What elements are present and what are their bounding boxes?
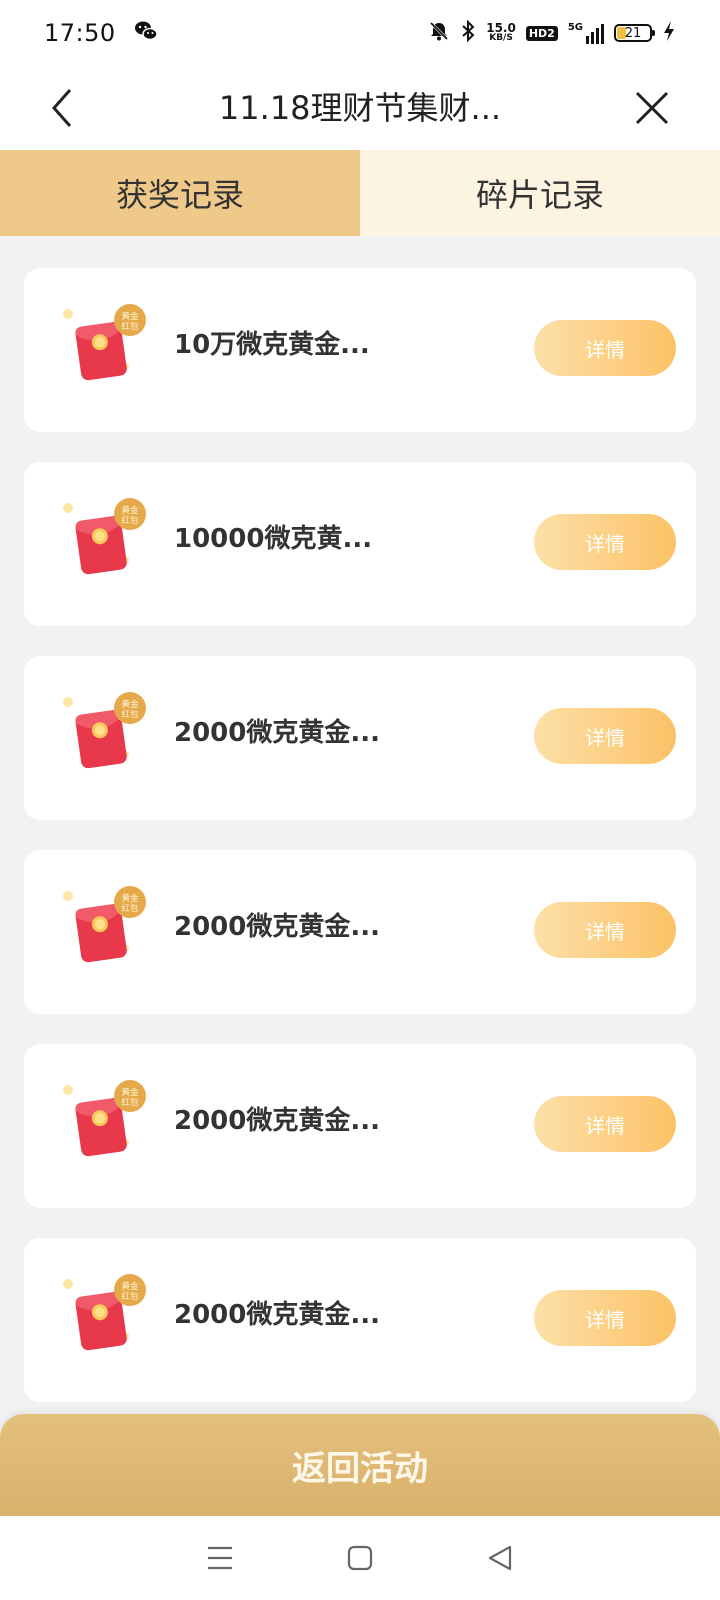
gold-red-packet-icon: 黄金 红包 [62,1074,172,1174]
record-title: 2000微克黄金... [174,718,380,748]
badge-line-2: 红包 [121,321,139,332]
close-icon [635,91,669,125]
chevron-left-icon [51,89,72,127]
badge-line-1: 黄金 [121,1087,139,1098]
back-triangle-icon [488,1545,512,1571]
tab-bar: 获奖记录 碎片记录 [0,150,720,236]
gold-red-packet-icon: 黄金 红包 [62,298,172,398]
nav-menu-button[interactable] [198,1536,242,1580]
hd-badge: HD2 [525,25,558,41]
detail-button[interactable]: 详情 [534,514,676,570]
record-title: 10000微克黄... [174,524,373,554]
page-title: 11.18理财节集财... [218,89,502,127]
badge-line-1: 黄金 [121,505,139,516]
bell-off-icon [428,20,450,46]
battery-cap [652,30,655,36]
return-activity-button[interactable]: 返回活动 [0,1414,720,1516]
record-card: 黄金 红包 2000微克黄金... 详情 [24,1238,696,1402]
signal-bar [591,32,594,44]
detail-button[interactable]: 详情 [534,902,676,958]
title-bar: 11.18理财节集财... [0,66,720,150]
badge-line-1: 黄金 [121,893,139,904]
gold-red-packet-icon: 黄金 红包 [62,492,172,592]
record-card: 黄金 红包 10万微克黄金... 详情 [24,268,696,432]
tab-fragment-records[interactable]: 碎片记录 [360,150,720,236]
net-speed: 15.0 KB/S [486,21,516,43]
status-time: 17:50 [44,19,116,47]
record-card: 黄金 红包 2000微克黄金... 详情 [24,656,696,820]
badge-line-2: 红包 [121,903,139,914]
record-title: 10万微克黄金... [174,330,370,360]
badge-line-2: 红包 [121,709,139,720]
system-nav-bar [0,1516,720,1600]
badge-line-1: 黄金 [121,1281,139,1292]
detail-button[interactable]: 详情 [534,1290,676,1346]
home-square-icon [347,1545,373,1571]
bluetooth-icon [460,19,476,46]
signal-bar [596,28,599,44]
badge-line-2: 红包 [121,1291,139,1302]
detail-button[interactable]: 详情 [534,708,676,764]
record-card: 黄金 红包 10000微克黄... 详情 [24,462,696,626]
record-list: 黄金 红包 10万微克黄金... 详情 黄金 红包 10000微克黄... 详情… [24,268,696,1432]
badge-line-2: 红包 [121,515,139,526]
network-type: 5G [567,22,583,33]
detail-button[interactable]: 详情 [534,1096,676,1152]
badge-line-1: 黄金 [121,311,139,322]
record-card: 黄金 红包 2000微克黄金... 详情 [24,850,696,1014]
net-speed-unit: KB/S [489,33,513,43]
nav-back-button[interactable] [478,1536,522,1580]
nav-home-button[interactable] [338,1536,382,1580]
gold-red-packet-icon: 黄金 红包 [62,1268,172,1368]
gold-red-packet-icon: 黄金 红包 [62,880,172,980]
net-speed-value: 15.0 [486,21,516,35]
tab-prize-records[interactable]: 获奖记录 [0,150,360,236]
signal-bar [586,36,589,44]
gold-red-packet-icon: 黄金 红包 [62,686,172,786]
back-button[interactable] [40,86,84,130]
menu-icon [208,1546,232,1570]
app-screen: 17:50 15.0 KB/S HD2 5G 21 11.18理财节集财... … [0,0,720,1600]
record-title: 2000微克黄金... [174,1106,380,1136]
record-title: 2000微克黄金... [174,912,380,942]
wechat-icon [134,20,158,46]
signal-strength: 5G [568,22,604,44]
badge-line-1: 黄金 [121,699,139,710]
detail-button[interactable]: 详情 [534,320,676,376]
badge-line-2: 红包 [121,1097,139,1108]
lightning-icon [662,20,676,46]
battery-level: 21 [624,25,642,41]
status-left: 17:50 [44,19,158,47]
signal-bar [601,24,604,44]
battery-indicator: 21 [614,24,655,42]
close-button[interactable] [630,86,674,130]
record-title: 2000微克黄金... [174,1300,380,1330]
status-bar: 17:50 15.0 KB/S HD2 5G 21 [0,0,720,66]
record-card: 黄金 红包 2000微克黄金... 详情 [24,1044,696,1208]
status-right: 15.0 KB/S HD2 5G 21 [428,19,676,46]
